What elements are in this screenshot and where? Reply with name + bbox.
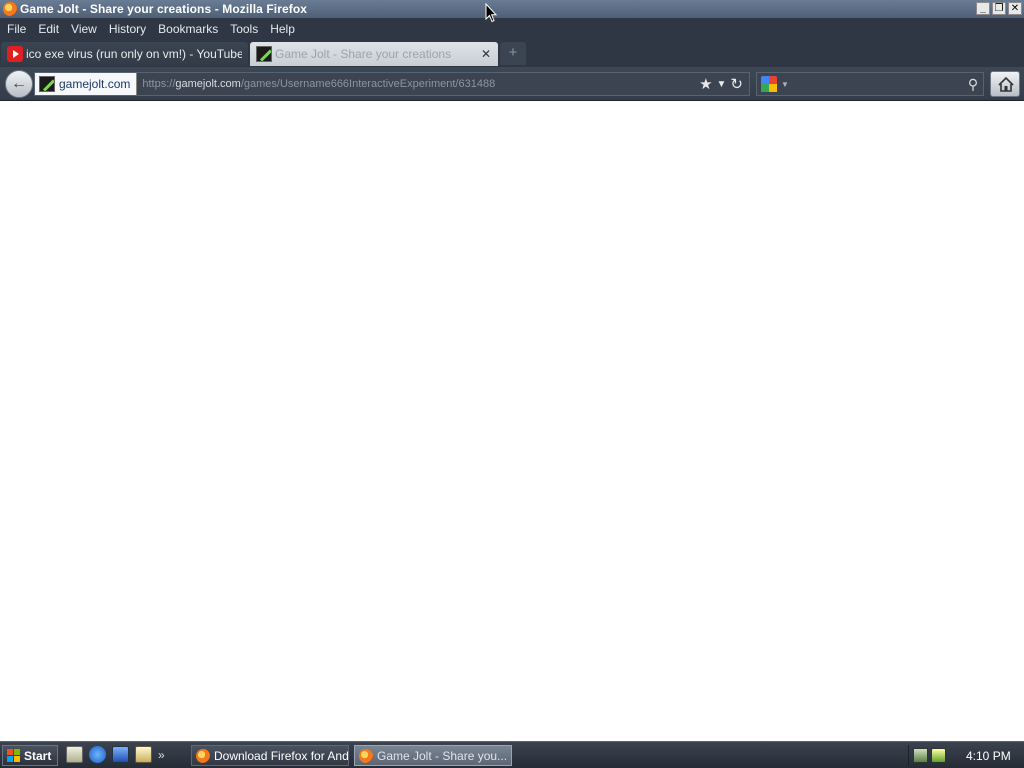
new-tab-button[interactable]: + — [500, 42, 526, 65]
tab-label: ico exe virus (run only on vm!) - YouTub… — [26, 47, 242, 61]
url-text[interactable]: https://gamejolt.com/games/Username666In… — [137, 78, 699, 90]
menu-file[interactable]: File — [3, 22, 34, 36]
outlook-express-icon[interactable] — [112, 746, 129, 763]
google-icon[interactable] — [761, 76, 777, 92]
firefox-logo-icon — [359, 748, 373, 763]
quick-launch-more-icon[interactable]: » — [158, 748, 165, 762]
minimize-button[interactable]: _ — [976, 2, 990, 15]
tab-gamejolt[interactable]: Game Jolt - Share your creations ✕ — [250, 42, 498, 66]
maximize-button[interactable]: ❐ — [992, 2, 1006, 15]
clock[interactable]: 4:10 PM — [966, 749, 1011, 763]
search-bar: ▼ ⚲ — [756, 72, 984, 96]
taskbar: Start » Download Firefox for And... Game… — [0, 741, 1024, 768]
firefox-logo-icon — [196, 748, 210, 763]
start-label: Start — [24, 748, 52, 763]
show-desktop-icon[interactable] — [66, 746, 83, 763]
page-content[interactable] — [0, 102, 1024, 740]
taskbar-button-label: Download Firefox for And... — [214, 748, 349, 763]
gamejolt-icon — [39, 76, 55, 92]
menu-tools[interactable]: Tools — [226, 22, 266, 36]
mouse-cursor-icon — [485, 3, 497, 23]
url-dropdown-icon[interactable]: ▼ — [717, 79, 727, 90]
menu-bookmarks[interactable]: Bookmarks — [154, 22, 226, 36]
menu-bar: File Edit View History Bookmarks Tools H… — [0, 18, 1024, 40]
menu-history[interactable]: History — [105, 22, 154, 36]
home-button[interactable] — [990, 71, 1020, 97]
network-icon[interactable] — [913, 748, 928, 763]
window-titlebar[interactable]: Game Jolt - Share your creations - Mozil… — [0, 0, 1024, 18]
youtube-icon — [7, 46, 23, 62]
reload-icon[interactable]: ↻ — [730, 75, 743, 93]
menu-help[interactable]: Help — [266, 22, 303, 36]
menu-edit[interactable]: Edit — [34, 22, 67, 36]
internet-explorer-icon[interactable] — [89, 746, 106, 763]
system-tray: 4:10 PM — [908, 745, 1022, 766]
tab-youtube[interactable]: ico exe virus (run only on vm!) - YouTub… — [1, 42, 248, 66]
close-button[interactable]: ✕ — [1008, 2, 1022, 15]
home-icon — [998, 77, 1014, 92]
site-identity-button[interactable]: gamejolt.com — [35, 73, 138, 95]
search-input[interactable] — [788, 77, 963, 91]
tab-close-icon[interactable]: ✕ — [480, 47, 492, 61]
url-path: /games/Username666InteractiveExperiment/… — [240, 78, 496, 90]
taskbar-button-gamejolt[interactable]: Game Jolt - Share you... — [354, 745, 512, 766]
windows-logo-icon — [7, 749, 20, 762]
start-button[interactable]: Start — [2, 745, 58, 766]
taskbar-button-download-firefox[interactable]: Download Firefox for And... — [191, 745, 349, 766]
url-prefix: https:// — [142, 78, 176, 90]
back-button[interactable]: ← — [5, 70, 33, 98]
security-shield-icon[interactable] — [931, 748, 946, 763]
search-engine-dropdown-icon[interactable]: ▼ — [781, 80, 789, 89]
url-bar[interactable]: gamejolt.com https://gamejolt.com/games/… — [34, 72, 750, 96]
taskbar-button-label: Game Jolt - Share you... — [377, 748, 508, 763]
bookmark-star-icon[interactable]: ★ — [699, 75, 712, 93]
tab-label: Game Jolt - Share your creations — [275, 47, 452, 61]
url-host: gamejolt.com — [175, 78, 241, 90]
window-title: Game Jolt - Share your creations - Mozil… — [20, 2, 308, 16]
search-folder-icon[interactable] — [135, 746, 152, 763]
url-actions: ★ ▼ ↻ — [699, 75, 749, 93]
window-controls: _ ❐ ✕ — [976, 2, 1022, 15]
identity-label: gamejolt.com — [59, 77, 131, 91]
navigation-bar: ← gamejolt.com https://gamejolt.com/game… — [0, 67, 1024, 101]
firefox-logo-icon — [3, 2, 17, 16]
search-icon[interactable]: ⚲ — [963, 76, 983, 93]
gamejolt-icon — [256, 46, 272, 62]
quick-launch: » — [66, 746, 165, 763]
menu-view[interactable]: View — [67, 22, 105, 36]
